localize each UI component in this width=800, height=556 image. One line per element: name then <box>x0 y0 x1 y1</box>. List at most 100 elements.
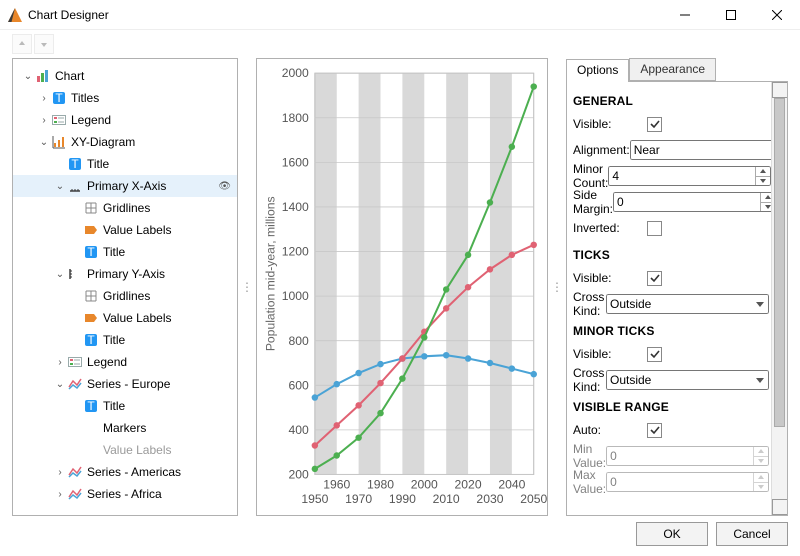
visibility-eye-icon[interactable]: 👁 <box>218 181 231 192</box>
tree-node-legend-2[interactable]: › Legend <box>13 351 237 373</box>
tree-node-series-title[interactable]: T Title <box>13 395 237 417</box>
label-cross-kind: Cross Kind: <box>573 290 606 318</box>
minimize-button[interactable] <box>662 0 708 30</box>
chevron-right-icon: › <box>55 489 65 500</box>
tree-node-primary-y-axis[interactable]: ⌄ Primary Y-Axis <box>13 263 237 285</box>
combo-ticks-cross-kind[interactable] <box>606 294 769 314</box>
tree-label: Value Labels <box>103 223 172 237</box>
tab-appearance[interactable]: Appearance <box>629 58 716 81</box>
tree-node-value-labels-y[interactable]: Value Labels <box>13 307 237 329</box>
tree-label: Title <box>87 157 109 171</box>
tree-node-markers[interactable]: Markers <box>13 417 237 439</box>
chevron-down-icon: ⌄ <box>39 137 49 148</box>
tree-node-xy-diagram[interactable]: ⌄ XY-Diagram <box>13 131 237 153</box>
structure-tree-panel: ⌄ Chart › T Titles › Legend ⌄ XY-Diagram <box>12 58 238 516</box>
tree-node-legend[interactable]: › Legend <box>13 109 237 131</box>
series-icon <box>67 376 83 392</box>
tree-label: Primary Y-Axis <box>87 267 165 281</box>
scroll-up-icon[interactable] <box>772 82 788 98</box>
tree-node-gridlines[interactable]: Gridlines <box>13 197 237 219</box>
label-minor-cross-kind: Cross Kind: <box>573 366 606 394</box>
tree-label: Title <box>103 399 125 413</box>
tree-label: Primary X-Axis <box>87 179 166 193</box>
svg-text:1960: 1960 <box>323 478 350 492</box>
chart-preview-panel: 2004006008001000120014001600180020001960… <box>256 58 548 516</box>
tree-node-primary-x-axis[interactable]: ⌄ Primary X-Axis 👁 <box>13 175 237 197</box>
spin-side-margin[interactable] <box>613 192 776 212</box>
tree-node-titles[interactable]: › T Titles <box>13 87 237 109</box>
tree-label: Value Labels <box>103 443 172 457</box>
ok-button[interactable]: OK <box>636 522 708 546</box>
checkbox-inverted[interactable] <box>647 221 662 236</box>
label-minor-ticks-visible: Visible: <box>573 347 647 361</box>
tree-label: XY-Diagram <box>71 135 135 149</box>
tree-node-gridlines-y[interactable]: Gridlines <box>13 285 237 307</box>
tree-label: Series - Europe <box>87 377 170 391</box>
scroll-down-icon[interactable] <box>772 499 788 515</box>
tree-node-chart[interactable]: ⌄ Chart <box>13 65 237 87</box>
spin-minor-count[interactable] <box>608 166 771 186</box>
splitter-left[interactable] <box>244 58 250 516</box>
chevron-right-icon: › <box>55 357 65 368</box>
cancel-button[interactable]: Cancel <box>716 522 788 546</box>
svg-text:1600: 1600 <box>282 155 309 169</box>
close-button[interactable] <box>754 0 800 30</box>
properties-panel: Options Appearance GENERAL Visible: Alig… <box>566 58 788 516</box>
section-visible-range: VISIBLE RANGE <box>573 400 769 414</box>
svg-text:800: 800 <box>288 334 309 348</box>
value-labels-icon <box>83 222 99 238</box>
checkbox-range-auto[interactable] <box>647 423 662 438</box>
checkbox-general-visible[interactable] <box>647 117 662 132</box>
svg-text:2010: 2010 <box>433 492 460 506</box>
combo-alignment[interactable] <box>630 140 788 160</box>
label-minor-count: Minor Count: <box>573 162 608 190</box>
svg-text:1980: 1980 <box>367 478 394 492</box>
value-labels-icon <box>83 310 99 326</box>
app-logo-icon <box>8 8 22 22</box>
section-minor-ticks: MINOR TICKS <box>573 324 769 338</box>
label-side-margin: Side Margin: <box>573 188 613 216</box>
svg-text:200: 200 <box>288 468 309 482</box>
svg-text:1400: 1400 <box>282 200 309 214</box>
properties-scrollbar[interactable] <box>771 82 787 515</box>
tree-node-value-labels[interactable]: Value Labels <box>13 219 237 241</box>
svg-text:2000: 2000 <box>282 66 309 80</box>
splitter-right[interactable] <box>554 58 560 516</box>
gridlines-icon <box>83 288 99 304</box>
spin-up-icon[interactable] <box>755 167 770 177</box>
tab-options[interactable]: Options <box>566 59 629 82</box>
spin-down-icon[interactable] <box>755 177 770 186</box>
spin-min-value <box>606 446 769 466</box>
diagram-icon <box>51 134 67 150</box>
tree-label: Gridlines <box>103 201 150 215</box>
window-title: Chart Designer <box>28 8 109 22</box>
chevron-right-icon: › <box>55 467 65 478</box>
title-icon: T <box>51 90 67 106</box>
move-up-button[interactable] <box>12 34 32 54</box>
svg-text:1990: 1990 <box>389 492 416 506</box>
svg-text:2000: 2000 <box>411 478 438 492</box>
chevron-down-icon: ⌄ <box>55 181 65 192</box>
label-min-value: Min Value: <box>573 442 606 470</box>
combo-minor-cross-kind[interactable] <box>606 370 769 390</box>
tree-node-series-americas[interactable]: › Series - Americas <box>13 461 237 483</box>
tree-node-x-title[interactable]: T Title <box>13 241 237 263</box>
section-ticks: TICKS <box>573 248 769 262</box>
chart-plot: 2004006008001000120014001600180020001960… <box>257 59 547 515</box>
move-down-button[interactable] <box>34 34 54 54</box>
maximize-button[interactable] <box>708 0 754 30</box>
chevron-down-icon: ⌄ <box>55 269 65 280</box>
tree-node-y-title[interactable]: T Title <box>13 329 237 351</box>
chevron-down-icon: ⌄ <box>55 379 65 390</box>
title-icon: T <box>67 156 83 172</box>
tree-label: Legend <box>71 113 111 127</box>
checkbox-minor-ticks-visible[interactable] <box>647 347 662 362</box>
tree-label: Title <box>103 333 125 347</box>
tree-node-diagram-title[interactable]: T Title <box>13 153 237 175</box>
checkbox-ticks-visible[interactable] <box>647 271 662 286</box>
svg-text:2020: 2020 <box>455 478 482 492</box>
tree-node-series-africa[interactable]: › Series - Africa <box>13 483 237 505</box>
tree-node-value-labels-disabled[interactable]: Value Labels <box>13 439 237 461</box>
tree-node-series-europe[interactable]: ⌄ Series - Europe <box>13 373 237 395</box>
svg-text:400: 400 <box>288 423 309 437</box>
